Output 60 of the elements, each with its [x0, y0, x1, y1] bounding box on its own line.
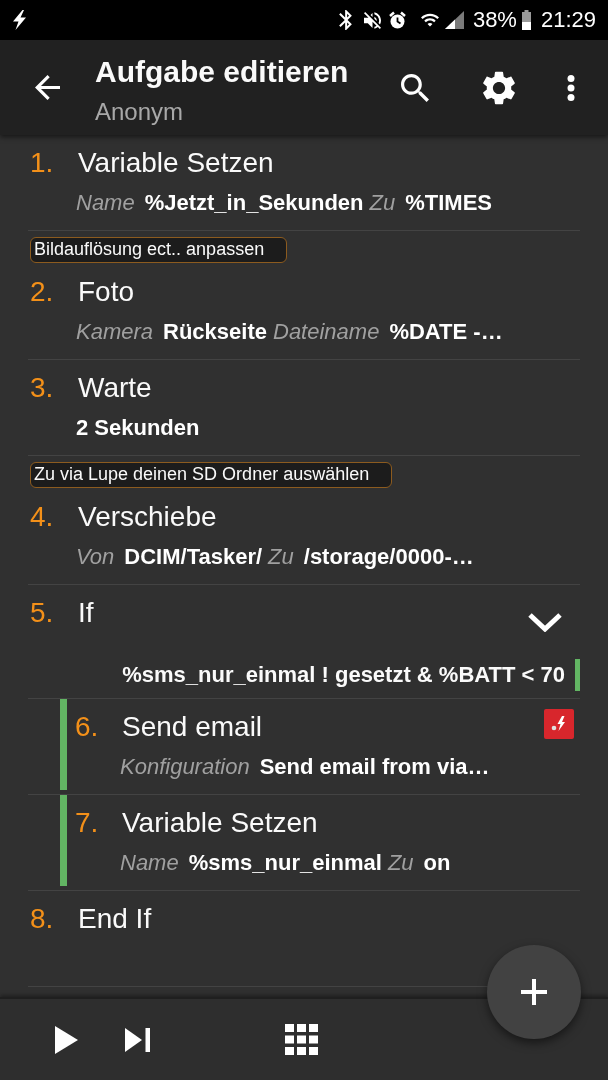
parameter-value: %sms_nur_einmal [188, 850, 382, 876]
action-name: Warte [78, 372, 152, 404]
action-name: If [78, 597, 94, 629]
parameter-value: %DATE -… [389, 319, 503, 345]
parameter-label: Zu [387, 850, 414, 876]
screen-subtitle: Anonym [95, 97, 185, 127]
alarm-clock-icon [388, 11, 406, 29]
parameter-label: Name [120, 850, 179, 876]
skip-next-icon[interactable] [125, 1027, 150, 1052]
parameter-label: Name [76, 190, 135, 216]
action-name: Variable Setzen [122, 807, 318, 839]
step-number: 4. [30, 501, 55, 533]
clock-time: 21:29 [540, 6, 596, 34]
muted-speaker-icon [363, 11, 381, 29]
action-name: Variable Setzen [78, 147, 274, 179]
more-menu-icon[interactable] [567, 74, 575, 101]
parameter-value: /storage/0000-… [303, 544, 474, 570]
grid-icon[interactable] [285, 1024, 318, 1055]
condition-text: %sms_nur_einmal ! gesetzt & %BATT < 70 [122, 662, 565, 688]
bluetooth-icon [338, 10, 352, 30]
parameter-value: on [423, 850, 451, 876]
step-number: 2. [30, 276, 55, 308]
action-name: Foto [78, 276, 135, 308]
parameter-label: Kamera [76, 319, 154, 345]
action-name: End If [78, 903, 152, 935]
parameter-label: Zu [268, 544, 294, 570]
bolt-tile-icon [544, 709, 574, 739]
settings-icon[interactable] [483, 70, 515, 105]
step-number: 5. [30, 597, 55, 629]
plus-icon [521, 979, 547, 1005]
step-number: 7. [75, 807, 100, 839]
signal-icon [444, 11, 464, 29]
back-arrow-icon[interactable] [35, 75, 60, 100]
play-icon[interactable] [55, 1025, 78, 1054]
parameter-label: Zu [369, 190, 396, 216]
parameter-value: 2 Sekunden [76, 415, 200, 441]
action-name: Send email [122, 711, 263, 743]
screen-title: Aufgabe editieren [95, 54, 350, 90]
parameter-label: Von [76, 544, 115, 570]
action-label: Zu via Lupe deinen SD Ordner auswählen [30, 462, 393, 488]
action-name: Verschiebe [78, 501, 217, 533]
step-number: 1. [30, 147, 55, 179]
lightning-bolt-icon [12, 10, 27, 30]
search-icon[interactable] [401, 73, 429, 102]
wifi-icon [420, 13, 439, 27]
step-number: 6. [75, 711, 100, 743]
parameter-label: Konfiguration [120, 754, 250, 780]
battery-icon [521, 10, 531, 30]
action-label: Bildauflösung ect.. anpassen [30, 237, 288, 263]
parameter-label: Dateiname [273, 319, 380, 345]
parameter-value: DCIM/Tasker/ [124, 544, 263, 570]
step-number: 3. [30, 372, 55, 404]
nesting-bar [575, 659, 580, 691]
parameter-value: Send email from via… [259, 754, 490, 780]
parameter-value: %Jetzt_in_Sekunden [144, 190, 364, 216]
battery-percentage: 38% [472, 6, 517, 34]
parameter-value: %TIMES [405, 190, 492, 216]
chevron-icon[interactable] [527, 612, 563, 632]
step-number: 8. [30, 903, 55, 935]
parameter-value: Rückseite [163, 319, 267, 345]
